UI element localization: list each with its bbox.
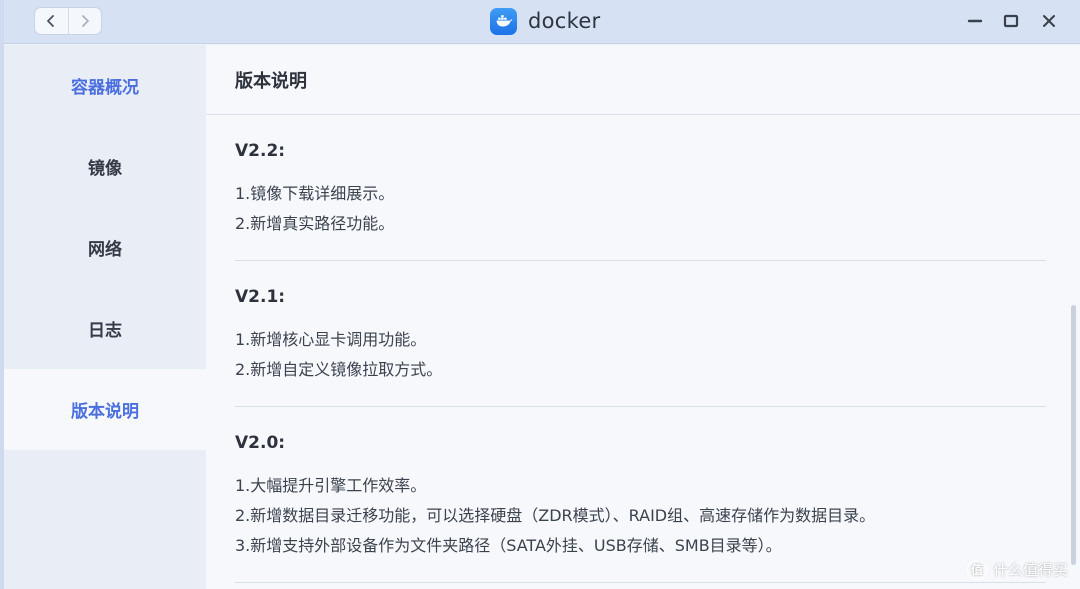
chevron-right-icon: [82, 15, 89, 27]
release-note: 2.新增数据目录迁移功能，可以选择硬盘（ZDR模式）、RAID组、高速存储作为数…: [235, 506, 876, 525]
window-title: docker: [528, 9, 601, 33]
release-notes-panel: 版本说明 V2.2: 1.镜像下载详细展示。 2.新增真实路径功能。 V2.1:…: [206, 45, 1080, 589]
version-section: V2.1: 1.新增核心显卡调用功能。 2.新增自定义镜像拉取方式。: [235, 261, 1046, 407]
release-note: 1.镜像下载详细展示。: [235, 184, 395, 203]
release-note: 3.新增支持外部设备作为文件夹路径（SATA外挂、USB存储、SMB目录等）。: [235, 536, 782, 555]
watermark-badge: 值: [966, 559, 987, 580]
back-button[interactable]: [35, 8, 68, 34]
version-title: V2.0:: [235, 433, 286, 453]
release-note: 1.大幅提升引擎工作效率。: [235, 476, 427, 495]
release-note: 2.新增自定义镜像拉取方式。: [235, 360, 443, 379]
maximize-icon: [1003, 14, 1019, 28]
app-title-group: docker: [490, 6, 601, 36]
sidebar-item-network[interactable]: 网络: [4, 207, 206, 288]
version-notes: 1.镜像下载详细展示。 2.新增真实路径功能。: [235, 179, 1046, 239]
minimize-icon: [967, 19, 983, 23]
version-notes: 1.新增核心显卡调用功能。 2.新增自定义镜像拉取方式。: [235, 325, 1046, 385]
watermark: 值 什么值得买: [966, 559, 1068, 580]
sidebar-item-release-notes[interactable]: 版本说明: [4, 369, 206, 450]
version-section: V2.0: 1.大幅提升引擎工作效率。 2.新增数据目录迁移功能，可以选择硬盘（…: [235, 407, 1046, 583]
release-note: 1.新增核心显卡调用功能。: [235, 330, 427, 349]
title-bar: docker: [4, 0, 1080, 44]
watermark-text: 什么值得买: [992, 561, 1068, 579]
docker-whale-icon: [490, 7, 517, 35]
close-icon: [1043, 15, 1055, 27]
sidebar-item-images[interactable]: 镜像: [4, 126, 206, 207]
page-title: 版本说明: [206, 45, 1080, 115]
version-title: V2.2:: [235, 141, 286, 161]
sidebar: 容器概况 镜像 网络 日志 版本说明: [4, 45, 206, 589]
minimize-button[interactable]: [963, 9, 987, 33]
history-nav: [34, 7, 102, 35]
chevron-left-icon: [47, 15, 55, 27]
forward-button[interactable]: [67, 8, 101, 34]
close-button[interactable]: [1037, 9, 1061, 33]
docker-app-window: docker 容器概况 镜像 网络 日志 版本说明 版本说明 V2.2: 1.镜…: [4, 0, 1080, 589]
version-title: V2.1:: [235, 287, 286, 307]
maximize-button[interactable]: [999, 9, 1023, 33]
version-notes: 1.大幅提升引擎工作效率。 2.新增数据目录迁移功能，可以选择硬盘（ZDR模式）…: [235, 471, 1046, 561]
version-section: V2.2: 1.镜像下载详细展示。 2.新增真实路径功能。: [235, 115, 1046, 261]
sidebar-item-container-overview[interactable]: 容器概况: [4, 45, 206, 126]
release-note: 2.新增真实路径功能。: [235, 214, 395, 233]
scrollbar-thumb[interactable]: [1071, 305, 1076, 565]
sidebar-item-logs[interactable]: 日志: [4, 288, 206, 369]
